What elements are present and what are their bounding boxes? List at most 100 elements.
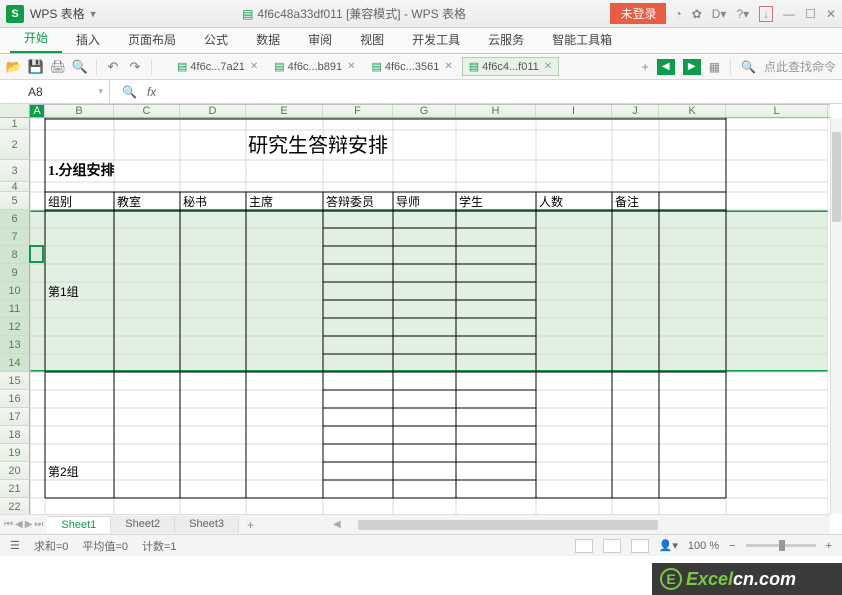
col-header-K[interactable]: K — [659, 105, 726, 117]
menu-公式[interactable]: 公式 — [190, 27, 242, 53]
col-header-H[interactable]: H — [456, 105, 536, 117]
fx-label[interactable]: fx — [147, 85, 156, 99]
row-header-4[interactable]: 4 — [0, 182, 30, 192]
row-header-5[interactable]: 5 — [0, 192, 30, 210]
sheet-nav-prev[interactable]: ◀ — [15, 519, 23, 530]
view-page-button[interactable] — [603, 539, 621, 553]
cell[interactable]: 组别 — [45, 192, 75, 210]
select-all-corner[interactable] — [0, 104, 30, 118]
cell[interactable]: 答辩委员 — [323, 192, 377, 210]
pin-icon[interactable]: ↓ — [759, 6, 773, 22]
row-header-11[interactable]: 11 — [0, 300, 30, 318]
sheet-nav-first[interactable]: ⏮ — [4, 519, 13, 530]
cell[interactable]: 秘书 — [180, 192, 210, 210]
name-box[interactable]: A8 — [0, 80, 110, 103]
print-icon[interactable]: 🖨 — [50, 59, 66, 75]
menu-插入[interactable]: 插入 — [62, 27, 114, 53]
sheet-nav-next[interactable]: ▶ — [25, 519, 33, 530]
sheet-tab-Sheet1[interactable]: Sheet1 — [47, 516, 111, 533]
preview-icon[interactable]: 🔍 — [72, 59, 88, 75]
settings-icon[interactable]: ✿ — [692, 7, 702, 21]
open-icon[interactable]: 📂 — [6, 59, 22, 75]
row-header-7[interactable]: 7 — [0, 228, 30, 246]
doc-tab[interactable]: ▤4f6c4...f011✕ — [462, 57, 559, 76]
row-header-13[interactable]: 13 — [0, 336, 30, 354]
doc-tab[interactable]: ▤4f6c...b891✕ — [267, 57, 362, 76]
row-header-12[interactable]: 12 — [0, 318, 30, 336]
doc-tab[interactable]: ▤4f6c...7a21✕ — [170, 57, 265, 76]
zoom-in-button[interactable]: + — [826, 540, 832, 552]
cell[interactable]: 第1组 — [45, 282, 82, 300]
close-tab-icon[interactable]: ✕ — [444, 61, 452, 72]
sheet-tab-Sheet3[interactable]: Sheet3 — [175, 516, 239, 533]
row-header-8[interactable]: 8 — [0, 246, 30, 264]
col-header-D[interactable]: D — [180, 105, 246, 117]
spreadsheet-grid[interactable]: 研究生答辩安排1.分组安排组别教室秘书主席答辩委员导师学生人数备注第1组第2组 — [30, 118, 830, 534]
menu-icon[interactable]: ☰ — [10, 539, 20, 552]
close-button[interactable]: ✕ — [826, 7, 836, 21]
menu-数据[interactable]: 数据 — [242, 27, 294, 53]
tab-nav-right[interactable]: ▶ — [683, 59, 701, 75]
col-header-B[interactable]: B — [45, 105, 114, 117]
cell[interactable]: 教室 — [114, 192, 144, 210]
col-header-A[interactable]: A — [30, 105, 45, 117]
cell[interactable]: 第2组 — [45, 462, 82, 480]
redo-icon[interactable]: ↷ — [127, 59, 143, 75]
menu-开始[interactable]: 开始 — [10, 25, 62, 53]
cell[interactable]: 备注 — [612, 192, 642, 210]
column-headers[interactable]: ABCDEFGHIJKL — [30, 104, 830, 118]
menu-页面布局[interactable]: 页面布局 — [114, 27, 190, 53]
add-sheet-button[interactable]: + — [239, 516, 262, 534]
help-icon[interactable]: ?▾ — [736, 7, 749, 21]
login-button[interactable]: 未登录 — [610, 3, 666, 24]
cell[interactable]: 研究生答辩安排 — [180, 130, 456, 160]
row-header-9[interactable]: 9 — [0, 264, 30, 282]
sheet-tab-Sheet2[interactable]: Sheet2 — [111, 516, 175, 533]
row-header-16[interactable]: 16 — [0, 390, 30, 408]
row-header-10[interactable]: 10 — [0, 282, 30, 300]
row-header-17[interactable]: 17 — [0, 408, 30, 426]
cell[interactable]: 导师 — [393, 192, 423, 210]
view-normal-button[interactable] — [575, 539, 593, 553]
doc-tab[interactable]: ▤4f6c...3561✕ — [364, 57, 459, 76]
app-menu-dropdown[interactable]: ▼ — [89, 9, 98, 19]
person-icon[interactable]: 👤▾ — [659, 539, 678, 552]
col-header-C[interactable]: C — [114, 105, 180, 117]
col-header-J[interactable]: J — [612, 105, 659, 117]
cell[interactable]: 学生 — [456, 192, 486, 210]
close-tab-icon[interactable]: ✕ — [544, 61, 552, 72]
sheet-nav-last[interactable]: ⏭ — [34, 519, 43, 530]
row-header-14[interactable]: 14 — [0, 354, 30, 372]
vertical-scrollbar[interactable] — [830, 118, 842, 514]
row-header-1[interactable]: 1 — [0, 118, 30, 130]
zoom-slider[interactable] — [746, 544, 816, 547]
tab-nav-left[interactable]: ◀ — [657, 59, 675, 75]
row-header-18[interactable]: 18 — [0, 426, 30, 444]
new-tab-button[interactable]: + — [642, 60, 649, 74]
menu-云服务[interactable]: 云服务 — [474, 27, 538, 53]
tab-list-icon[interactable]: ▦ — [709, 60, 720, 74]
menu-智能工具箱[interactable]: 智能工具箱 — [538, 27, 626, 53]
col-header-G[interactable]: G — [393, 105, 456, 117]
menu-审阅[interactable]: 审阅 — [294, 27, 346, 53]
undo-icon[interactable]: ↶ — [105, 59, 121, 75]
row-header-6[interactable]: 6 — [0, 210, 30, 228]
row-headers[interactable]: 1234567891011121314151617181920212223 — [0, 118, 30, 534]
search-placeholder[interactable]: 点此查找命令 — [764, 58, 836, 75]
col-header-I[interactable]: I — [536, 105, 612, 117]
sync-icon[interactable]: ◔ — [674, 7, 681, 21]
skin-icon[interactable]: D▾ — [712, 7, 727, 21]
save-icon[interactable]: 💾 — [28, 59, 44, 75]
maximize-button[interactable]: ☐ — [805, 7, 816, 21]
horizontal-scrollbar[interactable]: ◀ — [330, 514, 830, 534]
cell[interactable]: 主席 — [246, 192, 276, 210]
cell[interactable]: 1.分组安排 — [45, 160, 118, 182]
row-header-19[interactable]: 19 — [0, 444, 30, 462]
row-header-3[interactable]: 3 — [0, 160, 30, 182]
view-break-button[interactable] — [631, 539, 649, 553]
zoom-out-button[interactable]: − — [729, 540, 735, 552]
col-header-E[interactable]: E — [246, 105, 323, 117]
row-header-20[interactable]: 20 — [0, 462, 30, 480]
row-header-15[interactable]: 15 — [0, 372, 30, 390]
fx-search-icon[interactable]: 🔍 — [122, 85, 137, 99]
